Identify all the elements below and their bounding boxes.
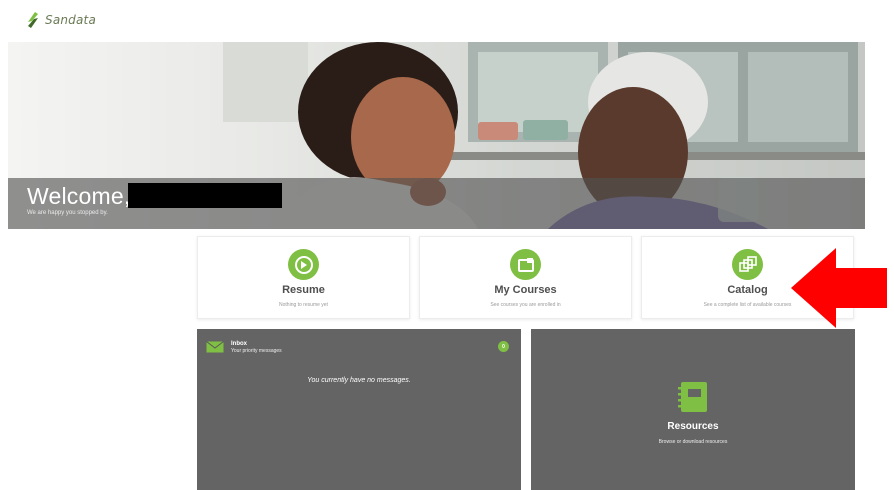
page: Sandata Welcome, We are happy you stoppe… <box>0 0 894 490</box>
redacted-user-name <box>128 183 282 208</box>
inbox-subtitle: Your priority messages <box>231 348 282 354</box>
hero-banner: Welcome, We are happy you stopped by. <box>8 42 865 229</box>
resume-card-title: Resume <box>282 284 325 296</box>
sandata-logo[interactable]: Sandata <box>26 11 96 29</box>
catalog-icon <box>732 249 763 280</box>
resume-card[interactable]: Resume Nothing to resume yet <box>197 236 410 319</box>
my-courses-card-subtitle: See courses you are enrolled in <box>490 302 561 308</box>
inbox-title: Inbox <box>231 341 247 347</box>
logo-text: Sandata <box>45 13 97 27</box>
welcome-heading: Welcome, <box>27 183 131 209</box>
sandata-logo-mark-icon <box>28 12 38 28</box>
red-arrow-annotation-icon <box>791 248 887 328</box>
resources-subtitle: Browse or download resources <box>658 439 728 445</box>
inbox-panel[interactable]: Inbox Your priority messages 0 You curre… <box>197 329 521 490</box>
resources-panel[interactable]: Resources Browse or download resources <box>531 329 855 490</box>
resources-title: Resources <box>667 421 719 432</box>
inbox-count-badge: 0 <box>498 341 509 352</box>
my-courses-card[interactable]: My Courses See courses you are enrolled … <box>419 236 632 319</box>
welcome-subtitle: We are happy you stopped by. <box>27 210 108 216</box>
inbox-empty-message: You currently have no messages. <box>307 377 411 384</box>
resources-notebook-icon <box>678 382 707 412</box>
my-courses-card-title: My Courses <box>494 284 557 296</box>
envelope-icon <box>206 341 224 353</box>
resume-arrow-icon <box>288 249 319 280</box>
my-courses-icon <box>510 249 541 280</box>
resume-card-subtitle: Nothing to resume yet <box>279 302 328 308</box>
